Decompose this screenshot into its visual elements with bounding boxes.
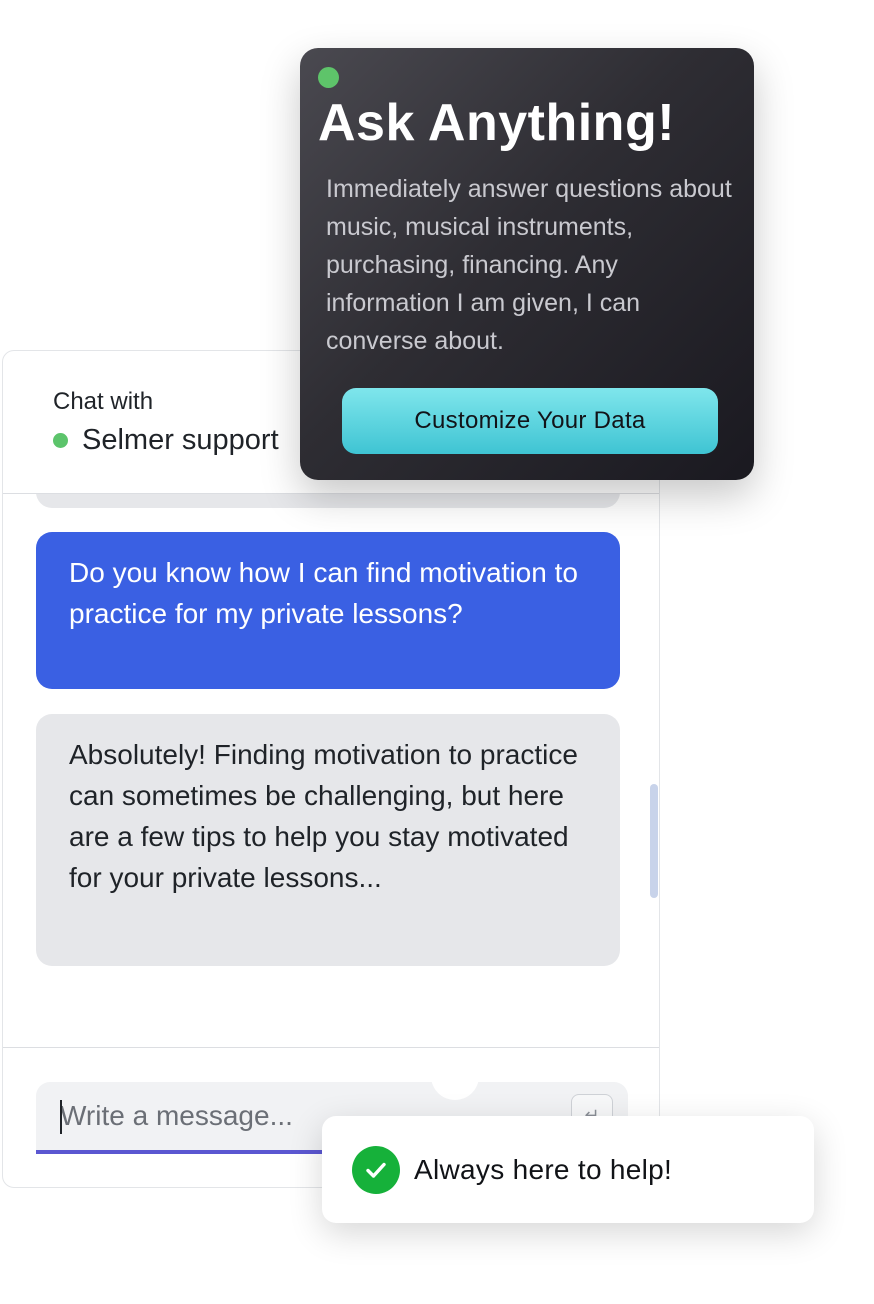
card-title: Ask Anything! [318,94,676,152]
previous-message-bubble [36,494,620,508]
input-notch [431,1052,479,1100]
user-message-bubble: Do you know how I can find motivation to… [36,532,620,689]
agent-name: Selmer support [82,424,279,456]
online-status-dot [53,433,68,448]
toast-text: Always here to help! [414,1153,673,1185]
help-toast: Always here to help! [322,1116,814,1223]
feature-card: Ask Anything! Immediately answer questio… [300,48,754,480]
message-list[interactable]: Do you know how I can find motivation to… [3,494,659,1047]
agent-row: Selmer support [53,424,279,457]
card-description: Immediately answer questions about music… [326,175,732,355]
scrollbar-track[interactable] [649,494,659,1047]
assistant-message-bubble: Absolutely! Finding motivation to practi… [36,714,620,966]
chat-with-label: Chat with [53,388,154,415]
card-status-dot [318,67,339,88]
text-caret [60,1100,62,1134]
check-icon [352,1145,400,1194]
customize-data-button[interactable]: Customize Your Data [342,388,718,454]
scrollbar-thumb[interactable] [650,784,658,898]
